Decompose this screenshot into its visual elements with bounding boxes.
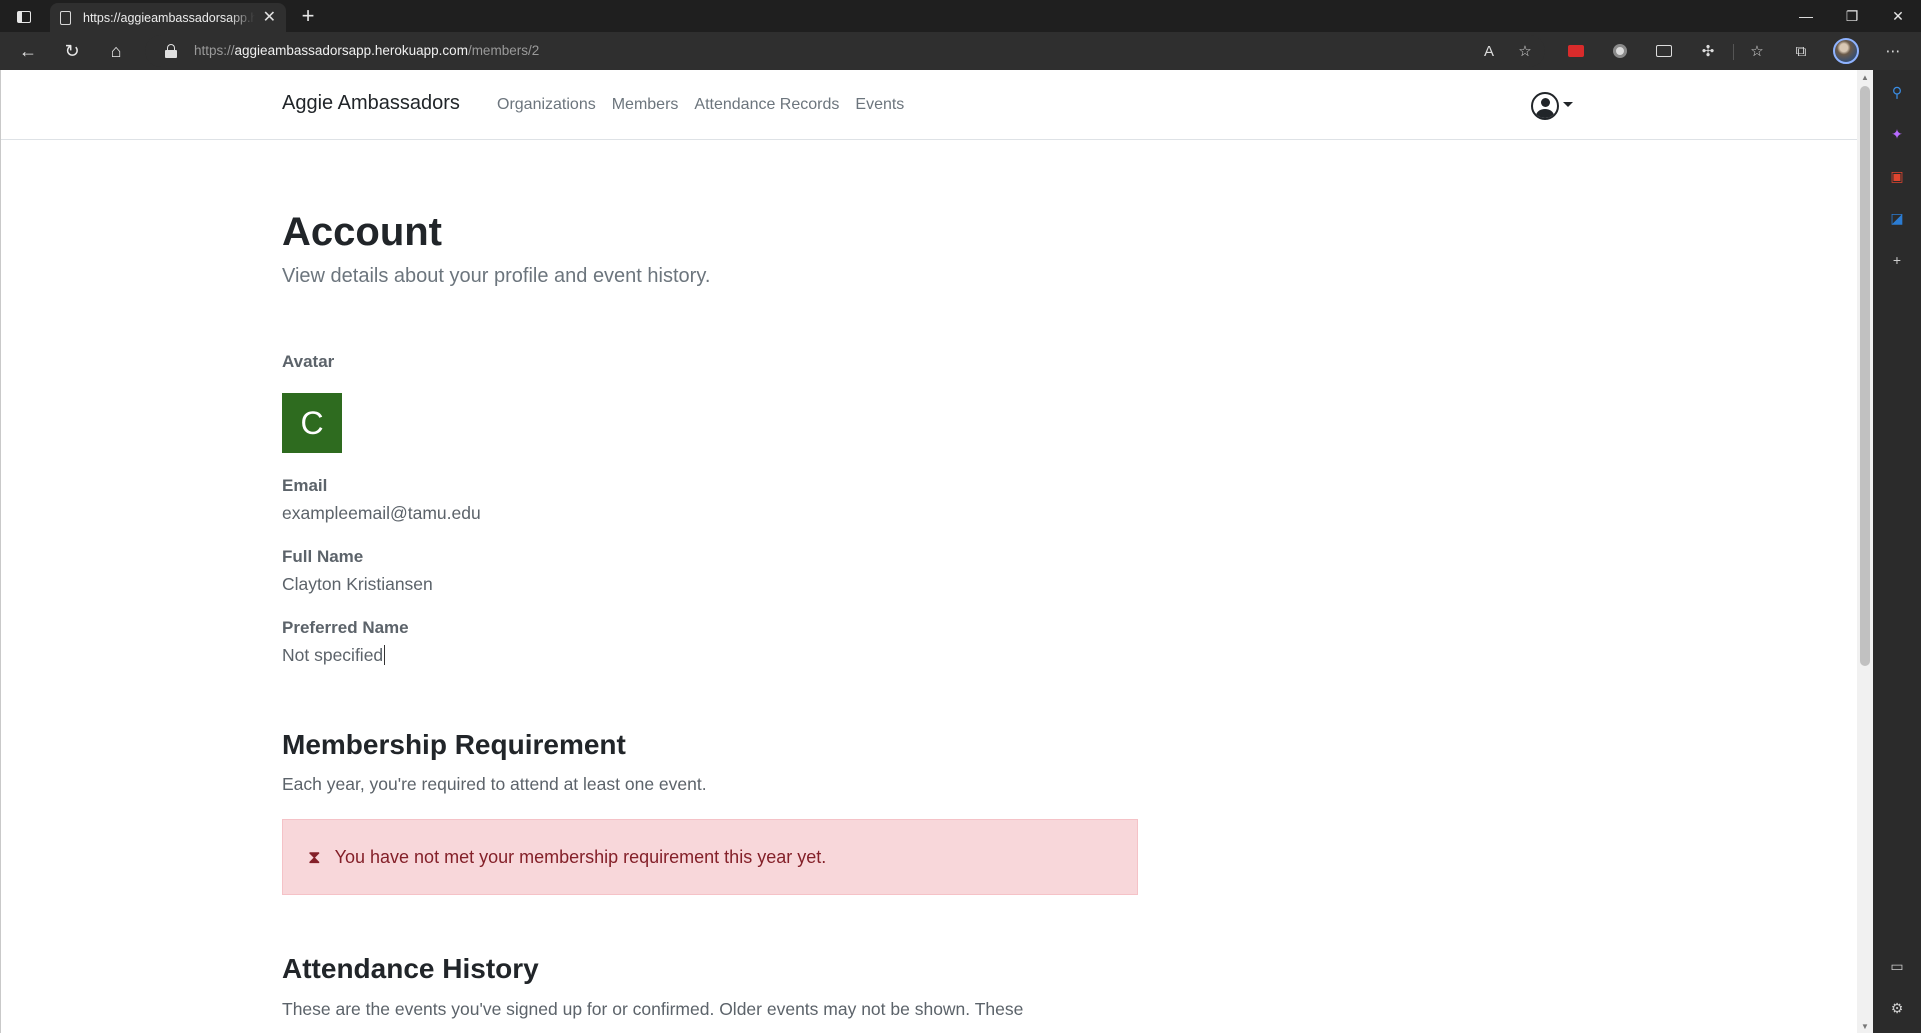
plus-icon[interactable]: +: [296, 4, 320, 28]
tab-bar: https://aggieambassadorsapp.herokuapp.co…: [0, 0, 1921, 32]
tab-title: https://aggieambassadorsapp.herokuapp.co…: [83, 10, 255, 25]
collections-icon[interactable]: ⧉: [1790, 40, 1812, 62]
membership-alert: ⧗ You have not met your membership requi…: [282, 819, 1138, 895]
app-navbar: Aggie Ambassadors Organizations Members …: [1, 70, 1857, 140]
extension-icon[interactable]: ✣: [1697, 40, 1719, 62]
scroll-up-arrow-icon[interactable]: ▲: [1857, 70, 1873, 84]
browser-tab[interactable]: https://aggieambassadorsapp.herokuapp.co…: [50, 3, 286, 32]
user-menu-toggle[interactable]: [1531, 92, 1573, 120]
close-icon[interactable]: ✕: [263, 9, 276, 26]
avatar: C: [282, 393, 342, 453]
profile-avatar[interactable]: [1832, 37, 1860, 65]
add-sidebar-app-icon[interactable]: +: [1885, 248, 1909, 272]
minimize-icon[interactable]: —: [1783, 0, 1829, 32]
copilot-icon[interactable]: ✦: [1885, 122, 1909, 146]
back-icon[interactable]: ←: [13, 37, 43, 65]
membership-heading: Membership Requirement: [282, 729, 626, 760]
url-text[interactable]: https://aggieambassadorsapp.herokuapp.co…: [194, 43, 539, 58]
brand-link[interactable]: Aggie Ambassadors: [282, 92, 460, 115]
read-aloud-icon[interactable]: A: [1478, 40, 1500, 62]
avatar-label: Avatar: [282, 352, 335, 371]
alert-message: You have not met your membership require…: [334, 846, 827, 867]
page-subtitle: View details about your profile and even…: [282, 265, 711, 287]
extension-red-icon[interactable]: [1565, 40, 1587, 62]
favorites-icon[interactable]: ☆: [1746, 40, 1768, 62]
close-window-icon[interactable]: ✕: [1875, 0, 1921, 32]
scroll-down-arrow-icon[interactable]: ▼: [1857, 1019, 1873, 1033]
nav-links: Organizations Members Attendance Records…: [497, 96, 904, 114]
browser-toolbar: ← ↻ ⌂ https://aggieambassadorsapp.heroku…: [0, 32, 1921, 70]
email-value: exampleemail@tamu.edu: [282, 503, 481, 523]
edge-sidebar: ⚲ ✦ ▣ ◪ + ▭ ⚙: [1873, 70, 1921, 1033]
nav-link-attendance-records[interactable]: Attendance Records: [694, 96, 839, 114]
scrollbar-thumb[interactable]: [1860, 86, 1870, 666]
membership-description: Each year, you're required to attend at …: [282, 774, 707, 794]
fullname-label: Full Name: [282, 547, 364, 566]
refresh-icon[interactable]: ↻: [57, 37, 87, 65]
page-icon: [60, 10, 71, 25]
fullname-value: Clayton Kristiansen: [282, 574, 433, 594]
hourglass-icon: ⧗: [308, 846, 321, 867]
email-label: Email: [282, 476, 328, 495]
nav-link-organizations[interactable]: Organizations: [497, 96, 596, 114]
attendance-heading: Attendance History: [282, 953, 539, 984]
preferred-name-label: Preferred Name: [282, 618, 409, 637]
search-icon[interactable]: ⚲: [1885, 80, 1909, 104]
sidebar-layout-icon[interactable]: ▭: [1885, 954, 1909, 978]
preferred-name-row: Not specified: [282, 645, 386, 666]
more-icon[interactable]: ⋯: [1882, 40, 1904, 62]
page-scrollbar[interactable]: ▲ ▼: [1857, 70, 1873, 1033]
add-favorite-icon[interactable]: ☆: [1514, 40, 1536, 62]
office-icon[interactable]: ▣: [1885, 164, 1909, 188]
home-icon[interactable]: ⌂: [101, 37, 131, 65]
page-title: Account: [282, 210, 442, 254]
tab-actions-icon[interactable]: [10, 6, 38, 28]
outlook-icon[interactable]: ◪: [1885, 206, 1909, 230]
lock-icon[interactable]: [165, 44, 177, 58]
user-circle-icon: [1531, 92, 1559, 120]
extension-card-icon[interactable]: [1653, 40, 1675, 62]
text-cursor: [384, 645, 386, 665]
nav-link-members[interactable]: Members: [612, 96, 679, 114]
nav-link-events[interactable]: Events: [855, 96, 904, 114]
attendance-description: These are the events you've signed up fo…: [282, 999, 1024, 1019]
preferred-name-value: Not specified: [282, 645, 384, 665]
gear-icon[interactable]: ⚙: [1885, 996, 1909, 1020]
extension-circle-icon[interactable]: [1609, 40, 1631, 62]
address-bar[interactable]: https://aggieambassadorsapp.herokuapp.co…: [145, 35, 1545, 67]
caret-down-icon: [1563, 101, 1573, 107]
restore-icon[interactable]: ❐: [1829, 0, 1875, 32]
page-viewport: Aggie Ambassadors Organizations Members …: [0, 70, 1857, 1033]
